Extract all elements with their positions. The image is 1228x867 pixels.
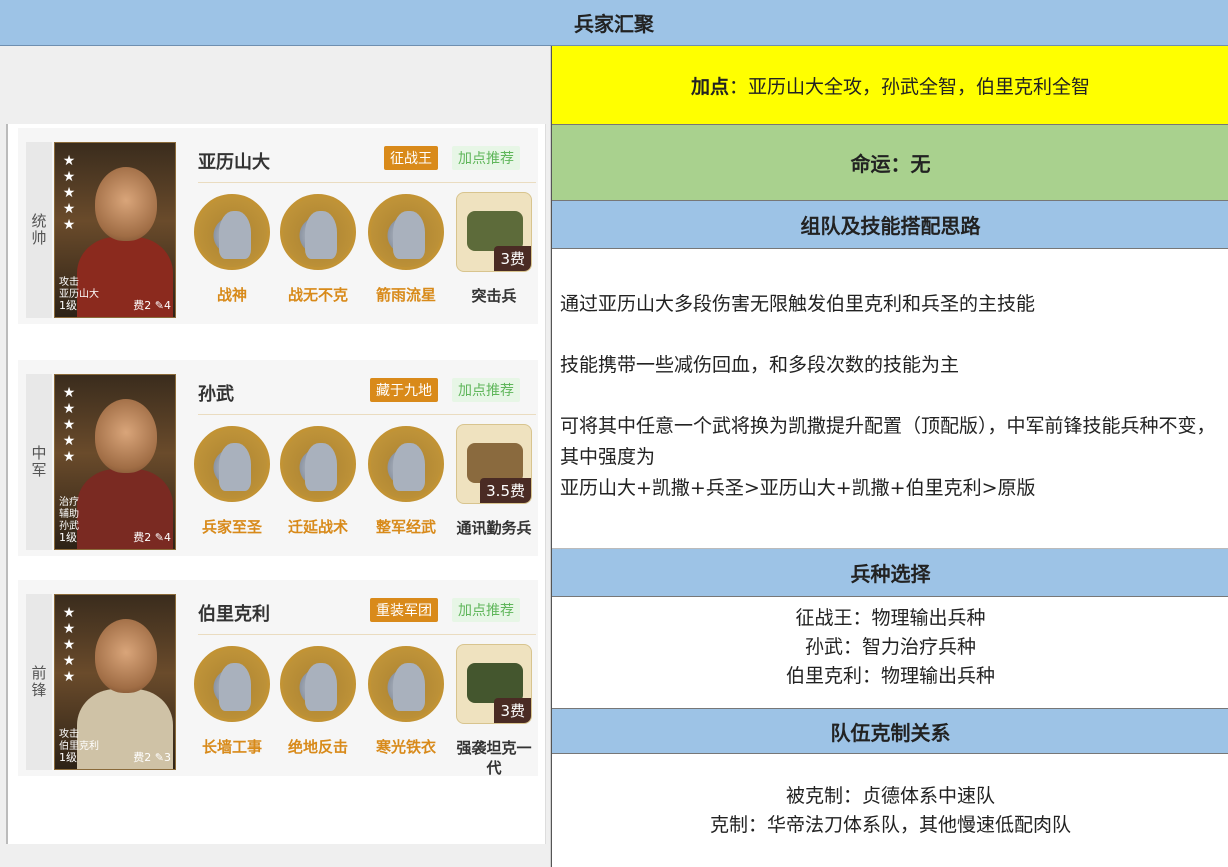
feather-icon: ✎ bbox=[154, 531, 164, 544]
troop-item[interactable]: 3费 突击兵 bbox=[456, 192, 532, 306]
skill-icon bbox=[368, 646, 444, 722]
guide-panel: 加点：亚历山大全攻，孙武全智，伯里克利全智 命运：无 组队及技能搭配思路 通过亚… bbox=[551, 46, 1228, 867]
skill-item[interactable]: 寒光铁衣 bbox=[368, 646, 444, 757]
troop-item[interactable]: 3费 强袭坦克一代 bbox=[456, 644, 532, 778]
troop-line: 伯里克利：物理输出兵种 bbox=[785, 665, 995, 687]
lineup-panel: 统帅 ★★★★★ 攻击 亚历山大 1级 费2 ✎4 亚历山大 征战王 加点推荐 … bbox=[0, 46, 551, 867]
counter-line: 被克制：贞德体系中速队 bbox=[785, 785, 995, 807]
section-strategy: 组队及技能搭配思路 bbox=[552, 201, 1228, 249]
skill-icon bbox=[280, 426, 356, 502]
skill-icon bbox=[194, 194, 270, 270]
role-label: 前锋 bbox=[26, 594, 52, 770]
divider bbox=[198, 414, 536, 415]
skill-item[interactable]: 战神 bbox=[194, 194, 270, 305]
skill-item[interactable]: 兵家至圣 bbox=[194, 426, 270, 537]
hero-name: 亚历山大 bbox=[198, 152, 270, 173]
star-rating: ★★★★★ bbox=[61, 605, 77, 685]
skill-icon bbox=[194, 426, 270, 502]
troop-lines: 征战王：物理输出兵种 孙武：智力治疗兵种 伯里克利：物理输出兵种 bbox=[552, 604, 1228, 691]
hero-face bbox=[95, 167, 157, 241]
skill-item[interactable]: 迁延战术 bbox=[280, 426, 356, 537]
divider bbox=[198, 182, 536, 183]
lineup-cards: 统帅 ★★★★★ 攻击 亚历山大 1级 费2 ✎4 亚历山大 征战王 加点推荐 … bbox=[6, 124, 546, 844]
hero-portrait: ★★★★★ 攻击 伯里克利 1级 费2 ✎3 bbox=[54, 594, 176, 770]
hero-name: 孙武 bbox=[198, 384, 234, 405]
section-troops: 兵种选择 bbox=[552, 549, 1228, 597]
skill-icon bbox=[368, 426, 444, 502]
section-counter: 队伍克制关系 bbox=[552, 708, 1228, 754]
skill-icon bbox=[280, 646, 356, 722]
troop-icon: 3费 bbox=[456, 644, 532, 724]
fate-row: 命运：无 bbox=[552, 125, 1228, 201]
star-rating: ★★★★★ bbox=[61, 153, 77, 233]
trait-tag: 重装军团 bbox=[370, 598, 438, 622]
points-text: 亚历山大全攻，孙武全智，伯里克利全智 bbox=[748, 75, 1091, 98]
strategy-line: 技能携带一些减伤回血，和多段次数的技能为主 bbox=[560, 354, 960, 376]
hero-card-2: 中军 ★★★★★ 治疗 辅助 孙武 1级 费2 ✎4 孙武 藏于九地 加点推荐 … bbox=[18, 360, 538, 556]
feather-icon: ✎ bbox=[154, 299, 164, 312]
role-label: 统帅 bbox=[26, 142, 52, 318]
strategy-line: 可将其中任意一个武将换为凯撒提升配置（顶配版），中军前锋技能兵种不变，其中强度为 bbox=[560, 415, 1216, 468]
hero-face bbox=[95, 399, 157, 473]
troop-icon: 3费 bbox=[456, 192, 532, 272]
skill-item[interactable]: 长墙工事 bbox=[194, 646, 270, 757]
hero-face bbox=[95, 619, 157, 693]
skill-item[interactable]: 整军经武 bbox=[368, 426, 444, 537]
skill-icon bbox=[194, 646, 270, 722]
recommend-tag[interactable]: 加点推荐 bbox=[452, 378, 520, 402]
skill-item[interactable]: 战无不克 bbox=[280, 194, 356, 305]
skill-item[interactable]: 绝地反击 bbox=[280, 646, 356, 757]
troop-line: 征战王：物理输出兵种 bbox=[795, 607, 986, 629]
divider bbox=[198, 634, 536, 635]
troop-icon: 3.5费 bbox=[456, 424, 532, 504]
star-rating: ★★★★★ bbox=[61, 385, 77, 465]
page-title: 兵家汇聚 bbox=[0, 0, 1228, 46]
hero-portrait: ★★★★★ 治疗 辅助 孙武 1级 费2 ✎4 bbox=[54, 374, 176, 550]
points-label: 加点 bbox=[690, 75, 729, 98]
recommend-tag[interactable]: 加点推荐 bbox=[452, 146, 520, 170]
role-label: 中军 bbox=[26, 374, 52, 550]
skill-item[interactable]: 箭雨流星 bbox=[368, 194, 444, 305]
points-row: 加点：亚历山大全攻，孙武全智，伯里克利全智 bbox=[552, 46, 1228, 125]
hero-name: 伯里克利 bbox=[198, 604, 270, 625]
hero-portrait: ★★★★★ 攻击 亚历山大 1级 费2 ✎4 bbox=[54, 142, 176, 318]
troop-line: 孙武：智力治疗兵种 bbox=[804, 636, 976, 658]
hero-card-1: 统帅 ★★★★★ 攻击 亚历山大 1级 费2 ✎4 亚历山大 征战王 加点推荐 … bbox=[18, 128, 538, 324]
troop-item[interactable]: 3.5费 通讯勤务兵 bbox=[456, 424, 532, 538]
counter-line: 克制：华帝法刀体系队，其他慢速低配肉队 bbox=[709, 814, 1071, 836]
page: 兵家汇聚 统帅 ★★★★★ 攻击 亚历山大 1级 费2 ✎4 亚历山大 征战王 bbox=[0, 0, 1228, 867]
skill-icon bbox=[368, 194, 444, 270]
strategy-line: 亚历山大+凯撒+兵圣>亚历山大+凯撒+伯里克利>原版 bbox=[560, 477, 1036, 499]
hero-card-3: 前锋 ★★★★★ 攻击 伯里克利 1级 费2 ✎3 伯里克利 重装军团 加点推荐… bbox=[18, 580, 538, 778]
recommend-tag[interactable]: 加点推荐 bbox=[452, 598, 520, 622]
strategy-line: 通过亚历山大多段伤害无限触发伯里克利和兵圣的主技能 bbox=[560, 293, 1036, 315]
feather-icon: ✎ bbox=[154, 751, 164, 764]
trait-tag: 藏于九地 bbox=[370, 378, 438, 402]
counter-lines: 被克制：贞德体系中速队 克制：华帝法刀体系队，其他慢速低配肉队 bbox=[552, 782, 1228, 840]
strategy-text: 通过亚历山大多段伤害无限触发伯里克利和兵圣的主技能 技能携带一些减伤回血，和多段… bbox=[552, 249, 1228, 549]
trait-tag: 征战王 bbox=[384, 146, 438, 170]
skill-icon bbox=[280, 194, 356, 270]
